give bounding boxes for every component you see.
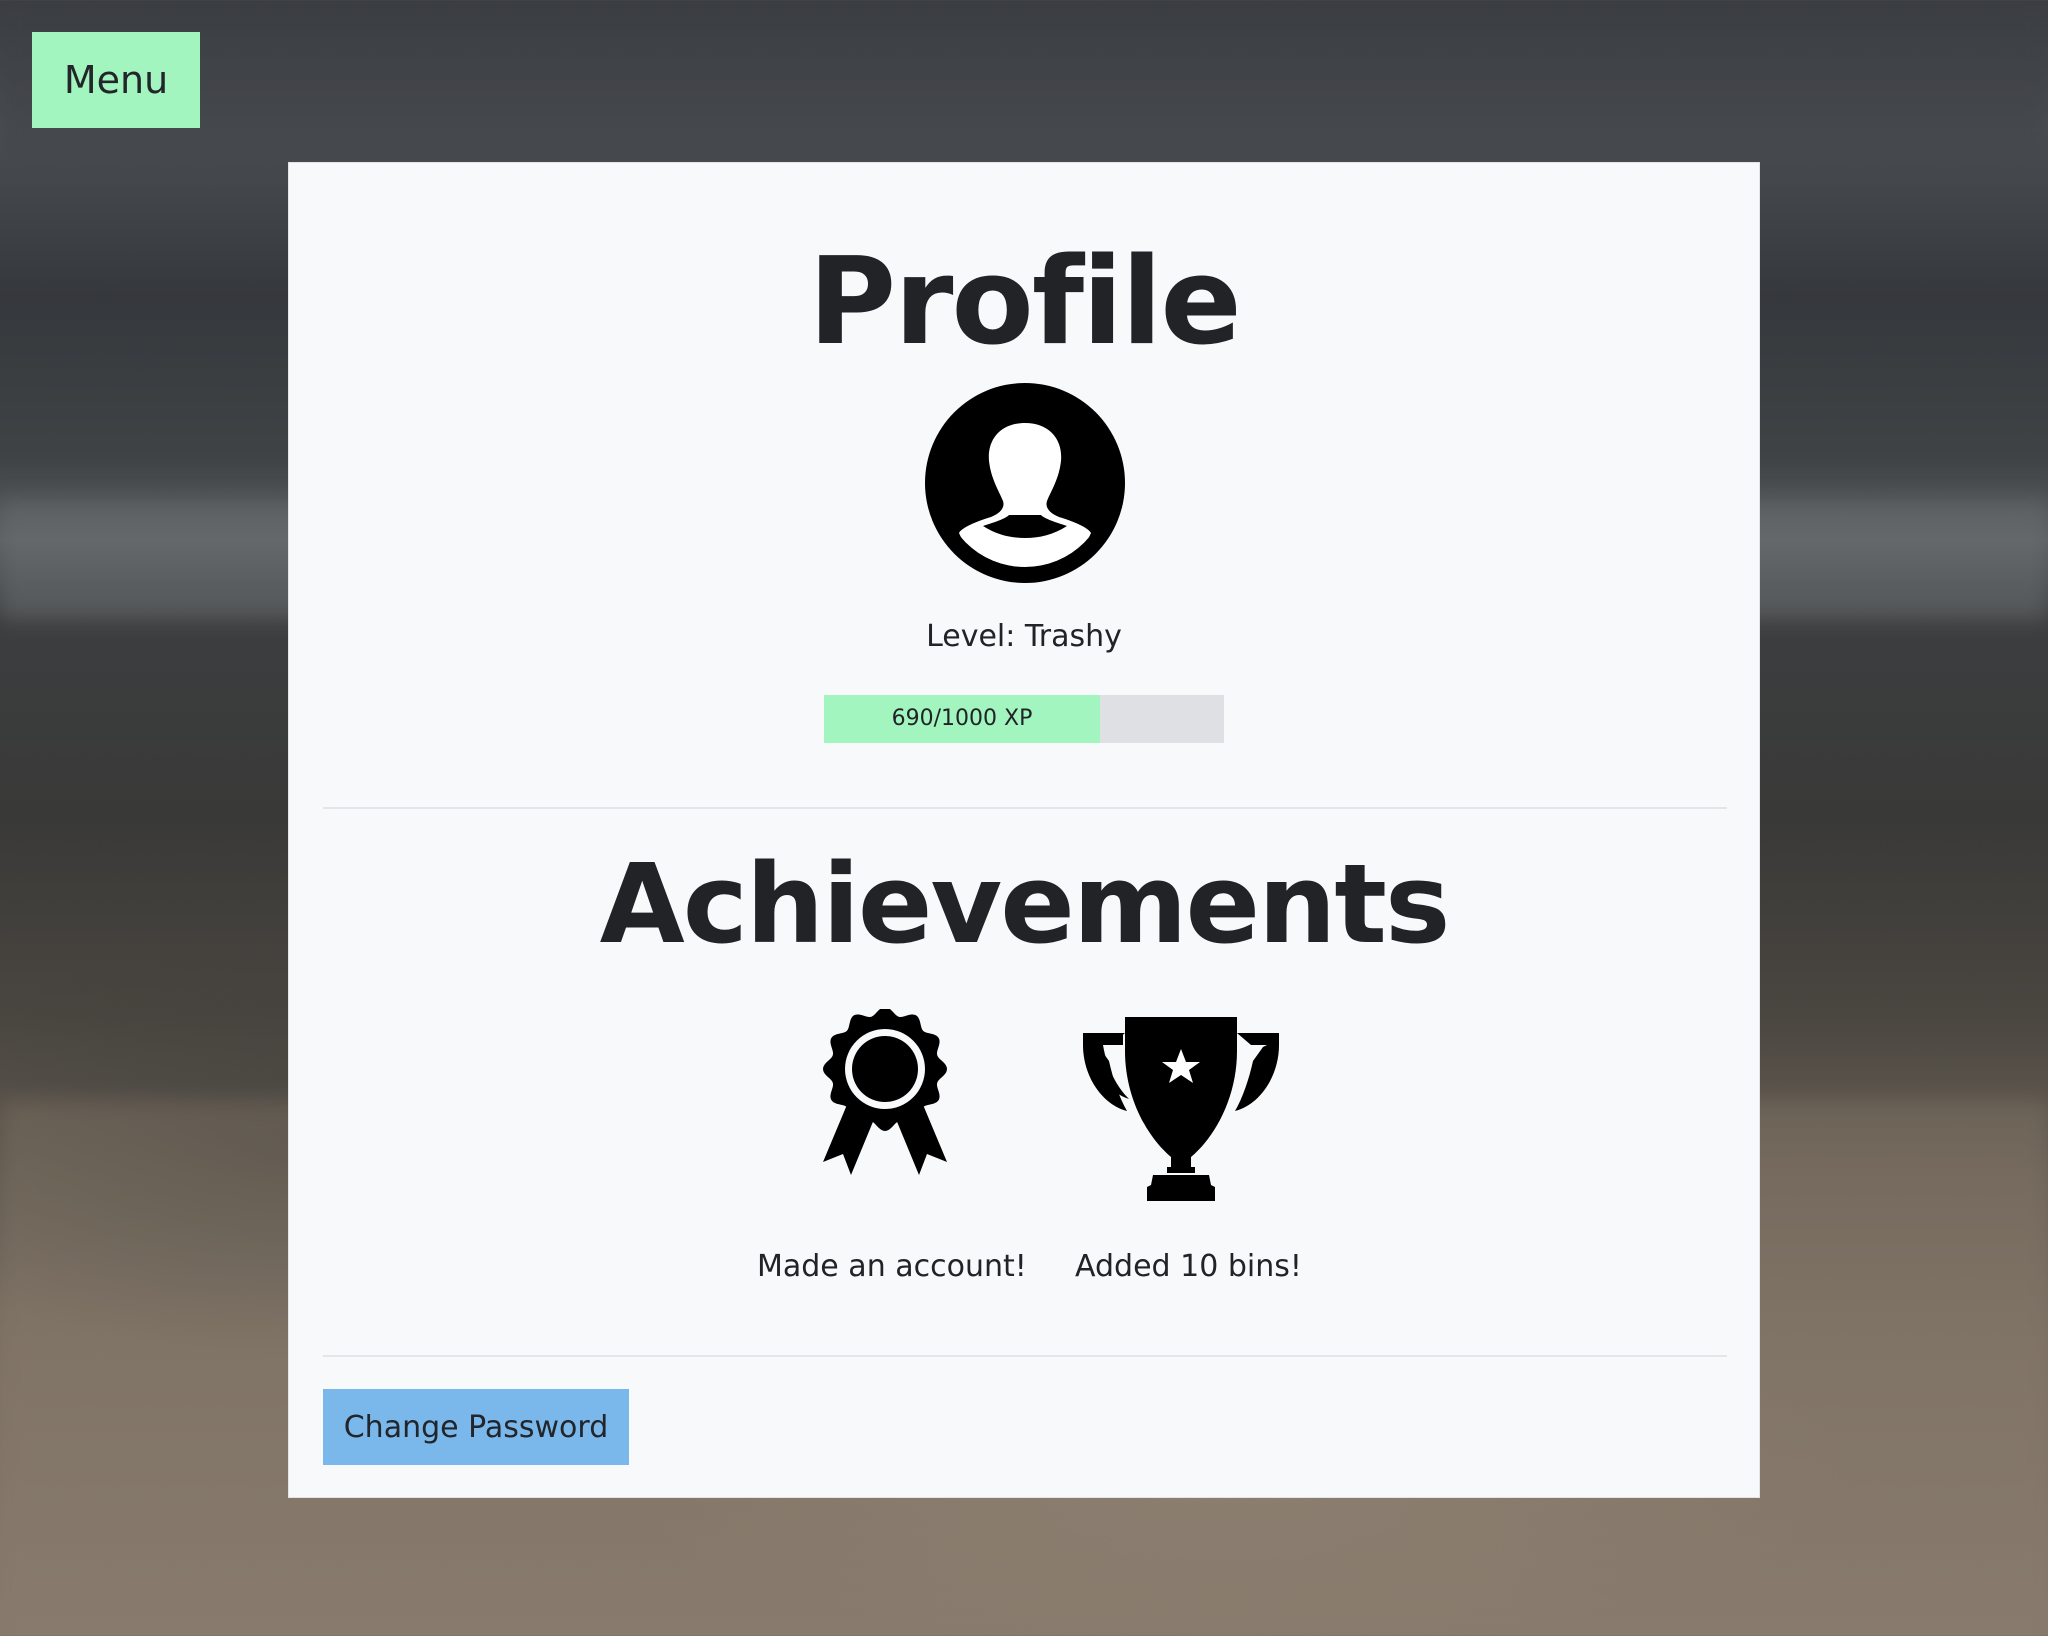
page-title: Profile <box>808 233 1241 372</box>
award-ribbon-icon <box>823 1009 947 1175</box>
section-divider <box>323 807 1727 809</box>
xp-progress-bar: 690/1000 XP <box>824 695 1224 743</box>
trophy-icon <box>1083 1017 1279 1201</box>
xp-progress-label: 690/1000 XP <box>891 706 1033 731</box>
achievements-title: Achievements <box>599 840 1451 968</box>
achievement-label: Made an account! <box>757 1249 1027 1284</box>
section-divider <box>323 1355 1727 1357</box>
profile-card: Profile Level: Trashy 690/1000 XP Achiev… <box>288 162 1760 1498</box>
menu-button[interactable]: Menu <box>32 32 200 128</box>
achievement-label: Added 10 bins! <box>1075 1249 1302 1284</box>
user-avatar-icon <box>925 383 1125 583</box>
background-band <box>0 0 2048 150</box>
change-password-button[interactable]: Change Password <box>323 1389 629 1465</box>
level-text: Level: Trashy <box>926 619 1122 654</box>
